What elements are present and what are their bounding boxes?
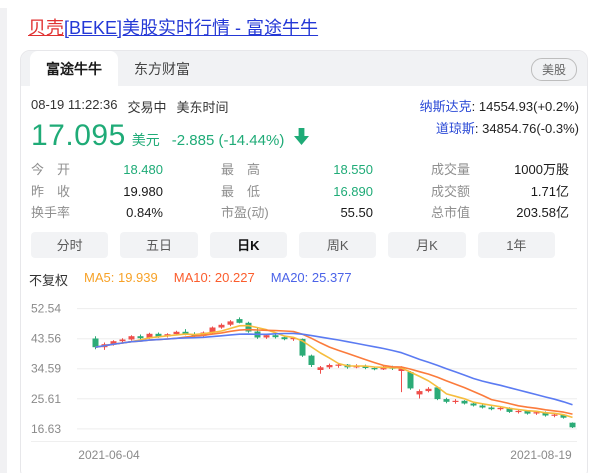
quote-card: 富途牛牛 东方财富 美股 08-19 11:22:36 交易中 美东时间 纳斯达… [20, 50, 588, 473]
tab-eastmoney[interactable]: 东方财富 [118, 51, 206, 86]
page-title-rest: [BEKE]美股实时行情 - 富途牛牛 [64, 18, 318, 38]
price-change: -2.885 (-14.44%) [172, 132, 285, 149]
volume-pane-label: 成交量（股） [31, 470, 109, 473]
stat-open: 今 开18.480 [31, 159, 163, 181]
svg-text:16.63: 16.63 [31, 421, 61, 435]
stat-amount: 成交额1.71亿 [431, 181, 569, 203]
svg-text:25.61: 25.61 [31, 391, 61, 405]
currency-label: 美元 [132, 130, 160, 150]
stat-low: 最 低16.890 [221, 181, 373, 203]
timezone-label: 美东时间 [177, 97, 229, 116]
period-monthly-k-button[interactable]: 月K [388, 232, 465, 258]
ma5-legend: MA5: 19.939 [84, 270, 158, 289]
index-row-dow: 道琼斯: 34854.76(-0.3%) [420, 118, 579, 140]
period-daily-k-button[interactable]: 日K [210, 232, 287, 258]
period-1year-button[interactable]: 1年 [478, 232, 555, 258]
quote-section: 08-19 11:22:36 交易中 美东时间 纳斯达克: 14554.93(+… [21, 86, 587, 224]
page-root: 贝壳[BEKE]美股实时行情 - 富途牛牛 富途牛牛 东方财富 美股 08-19… [0, 0, 600, 473]
page-title-link[interactable]: 贝壳[BEKE]美股实时行情 - 富途牛牛 [28, 14, 318, 40]
chart-area: 52.54 43.56 34.59 25.61 16.63 2021-06-04 2021-… [31, 293, 577, 467]
stat-pe-ratio: 市盈(动)55.50 [221, 202, 373, 224]
left-edge-strip [0, 8, 7, 473]
source-tabbar: 富途牛牛 东方财富 美股 [21, 51, 587, 86]
market-badge: 美股 [531, 58, 577, 81]
svg-text:43.56: 43.56 [31, 331, 61, 345]
stat-high: 最 高18.550 [221, 159, 373, 181]
svg-text:34.59: 34.59 [31, 361, 61, 375]
dow-value: : 34854.76(-0.3%) [475, 121, 579, 136]
svg-text:2021-08-19: 2021-08-19 [510, 448, 572, 462]
volume-footer: 成交量（股） 3872.79万 [31, 470, 579, 473]
svg-text:2021-06-04: 2021-06-04 [78, 448, 140, 462]
volume-pane-value: 3872.79万 [519, 470, 579, 473]
index-row-nasdaq: 纳斯达克: 14554.93(+0.2%) [420, 96, 579, 118]
period-weekly-k-button[interactable]: 周K [299, 232, 376, 258]
trading-status: 交易中 [128, 97, 167, 116]
svg-text:52.54: 52.54 [31, 301, 61, 315]
period-minute-button[interactable]: 分时 [31, 232, 108, 258]
stat-volume: 成交量1000万股 [431, 159, 569, 181]
ma10-legend: MA10: 20.227 [174, 270, 255, 289]
index-quotes: 纳斯达克: 14554.93(+0.2%) 道琼斯: 34854.76(-0.3… [420, 96, 579, 140]
candlestick-chart[interactable]: 52.54 43.56 34.59 25.61 16.63 2021-06-04 2021-… [31, 293, 579, 467]
nasdaq-value: : 14554.93(+0.2%) [472, 99, 579, 114]
stat-market-cap: 总市值203.58亿 [431, 202, 569, 224]
period-tabs: 分时 五日 日K 周K 月K 1年 [31, 232, 555, 258]
dow-link[interactable]: 道琼斯 [436, 121, 475, 136]
stat-prev-close: 昨 收19.980 [31, 181, 163, 203]
stats-grid: 今 开18.480 昨 收19.980 换手率0.84% 最 高18.550 最… [31, 155, 577, 224]
tab-futu[interactable]: 富途牛牛 [30, 51, 118, 86]
period-5day-button[interactable]: 五日 [120, 232, 197, 258]
adjust-mode-label: 不复权 [29, 270, 68, 289]
chart-legend: 不复权 MA5: 19.939 MA10: 20.227 MA20: 25.37… [29, 270, 587, 289]
ma20-legend: MA20: 25.377 [271, 270, 352, 289]
quote-time: 08-19 11:22:36 [31, 97, 118, 116]
page-title-stock: 贝壳 [28, 18, 64, 38]
current-price: 17.095 [31, 119, 126, 153]
nasdaq-link[interactable]: 纳斯达克 [420, 99, 472, 114]
down-arrow-icon [294, 128, 309, 145]
stat-turnover-rate: 换手率0.84% [31, 202, 163, 224]
